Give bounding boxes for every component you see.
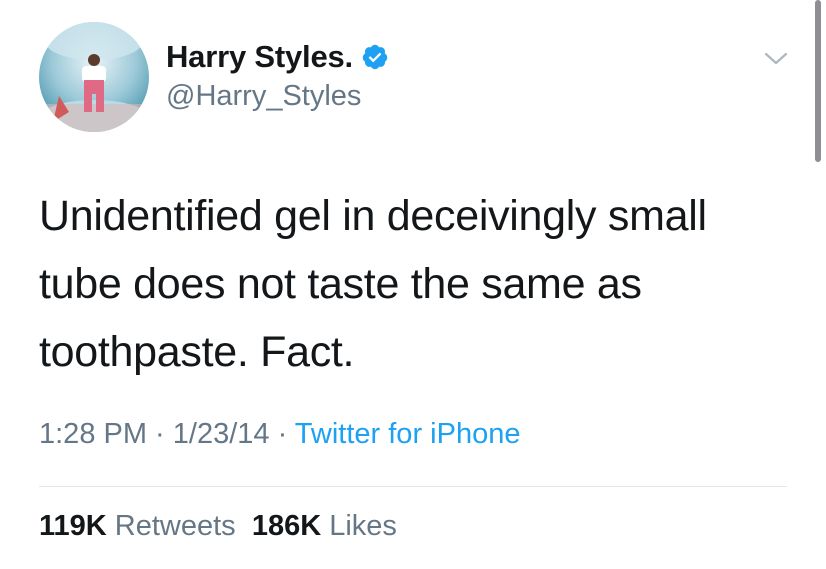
divider [39,486,787,487]
tweet-date: 1/23/14 [172,418,270,450]
author-name-row[interactable]: Harry Styles. [166,39,389,75]
likes-stat[interactable]: 186K Likes [252,510,397,542]
verified-badge-icon [361,43,389,71]
scrollbar[interactable] [815,0,821,162]
retweets-count: 119K [39,510,107,542]
tweet-text: Unidentified gel in deceivingly small tu… [39,192,707,376]
retweets-label: Retweets [114,510,236,542]
tweet-source-link[interactable]: Twitter for iPhone [295,418,521,450]
retweets-stat[interactable]: 119K Retweets [39,510,236,542]
tweet-detail: Harry Styles. @Harry_Styles Unidentified… [0,0,826,569]
likes-count: 186K [251,510,322,542]
chevron-down-icon[interactable] [762,44,790,72]
meta-separator: · [269,418,295,450]
display-name[interactable]: Harry Styles. [166,39,353,75]
avatar[interactable] [39,22,149,132]
meta-separator: · [147,418,173,450]
tweet-stats: 119K Retweets 186K Likes [39,510,397,543]
user-handle[interactable]: @Harry_Styles [166,80,361,113]
tweet-meta: 1:28 PM · 1/23/14 · Twitter for iPhone [39,418,520,451]
avatar-image [39,22,149,132]
likes-label: Likes [329,510,397,542]
tweet-time: 1:28 PM [39,418,147,450]
